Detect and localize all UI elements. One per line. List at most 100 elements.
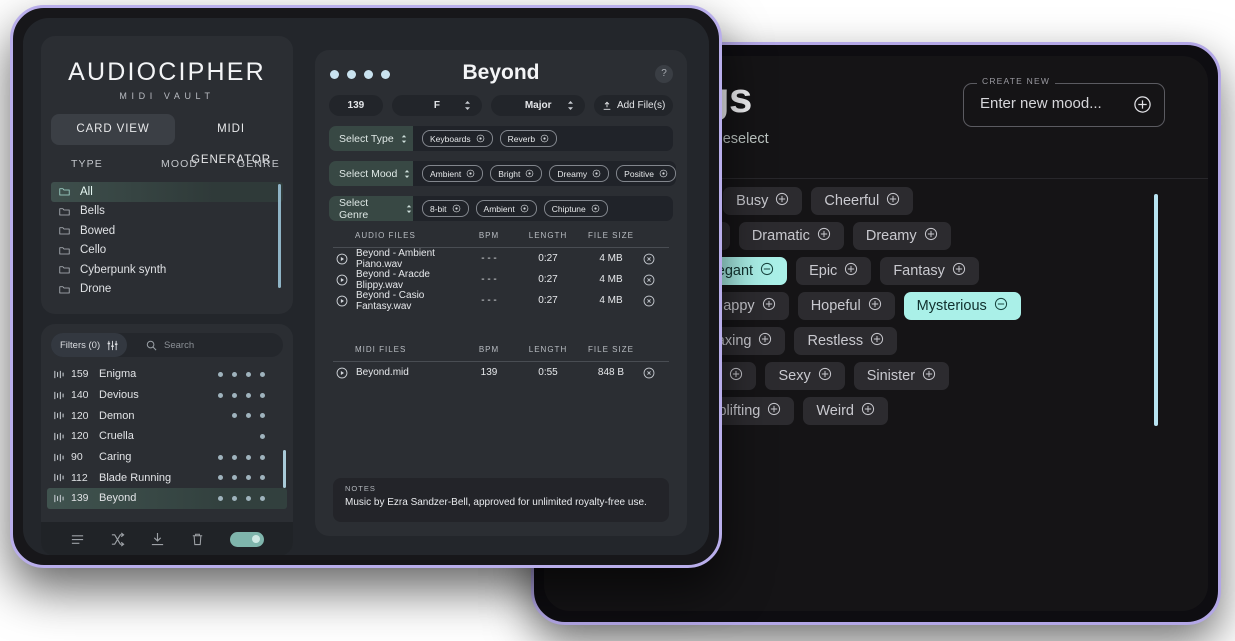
tag-chip-weird[interactable]: Weird	[803, 397, 888, 425]
plus-circle-icon[interactable]	[762, 297, 776, 315]
shuffle-icon[interactable]	[110, 531, 125, 547]
remove-file-icon[interactable]	[643, 253, 669, 265]
folder-list-item[interactable]: Cello	[51, 241, 283, 261]
track-list-item[interactable]: 112 Blade Running	[47, 467, 287, 488]
remove-tag-icon[interactable]	[452, 204, 461, 213]
selected-tag-chip[interactable]: Positive	[616, 165, 676, 182]
selected-tag-chip[interactable]: Ambient	[422, 165, 484, 182]
download-icon[interactable]	[150, 532, 165, 547]
audio-file-row[interactable]: Beyond - Ambient Piano.wav - - - 0:27 4 MB	[333, 248, 669, 270]
plus-circle-icon[interactable]	[758, 332, 772, 350]
track-list-item[interactable]: 120 Demon	[47, 405, 287, 426]
column-header-mood[interactable]: MOOD	[161, 158, 198, 170]
plus-circle-icon[interactable]	[868, 297, 882, 315]
track-list-scrollbar[interactable]	[283, 450, 286, 488]
plus-circle-icon[interactable]	[952, 262, 966, 280]
search-field[interactable]: Search	[146, 333, 194, 357]
selector-dropdown-select-type[interactable]: Select Type	[329, 126, 413, 151]
plus-circle-icon[interactable]	[870, 332, 884, 350]
search-input[interactable]: Search	[164, 340, 194, 351]
folder-list-scrollbar[interactable]	[278, 184, 281, 288]
tag-chip-dramatic[interactable]: Dramatic	[738, 222, 844, 250]
folder-list-item[interactable]: All	[51, 182, 283, 202]
plus-circle-icon[interactable]	[924, 227, 938, 245]
plus-circle-icon[interactable]	[729, 367, 743, 385]
remove-file-icon[interactable]	[643, 295, 669, 307]
selected-tag-chip[interactable]: Bright	[490, 165, 543, 182]
column-header-genre[interactable]: GENRE	[237, 158, 280, 170]
track-list-item[interactable]: 159 Enigma	[47, 364, 287, 385]
plus-circle-icon[interactable]	[861, 402, 875, 420]
remove-tag-icon[interactable]	[591, 204, 600, 213]
play-icon[interactable]	[336, 367, 348, 379]
folder-list-item[interactable]: Cyberpunk synth	[51, 260, 283, 280]
remove-tag-icon[interactable]	[540, 134, 549, 143]
remove-tag-icon[interactable]	[592, 169, 601, 178]
selected-tag-chip[interactable]: Reverb	[499, 130, 558, 147]
minus-circle-icon[interactable]	[994, 297, 1008, 315]
plus-circle-icon[interactable]	[1133, 95, 1152, 114]
remove-tag-icon[interactable]	[476, 134, 485, 143]
remove-tag-icon[interactable]	[520, 204, 529, 213]
plus-circle-icon[interactable]	[767, 402, 781, 420]
tag-chip-hopeful[interactable]: Hopeful	[797, 292, 895, 320]
trash-icon[interactable]	[190, 532, 205, 547]
remove-file-icon[interactable]	[643, 274, 669, 286]
tag-chip-dreamy[interactable]: Dreamy	[852, 222, 951, 250]
track-list-item[interactable]: 120 Cruella	[47, 426, 287, 447]
remove-tag-icon[interactable]	[659, 169, 668, 178]
play-icon[interactable]	[336, 295, 348, 307]
selected-tag-chip[interactable]: Ambient	[475, 200, 537, 217]
track-list-item[interactable]: 90 Caring	[47, 447, 287, 468]
selector-dropdown-select-mood[interactable]: Select Mood	[329, 161, 413, 186]
remove-tag-icon[interactable]	[525, 169, 534, 178]
toggle-switch[interactable]	[230, 531, 265, 547]
minus-circle-icon[interactable]	[760, 262, 774, 280]
tag-chip-epic[interactable]: Epic	[796, 257, 872, 285]
track-list[interactable]: 159 Enigma 140 Devious 120 Demon 120 Cruella 90 C…	[47, 364, 287, 520]
tags-scrollbar[interactable]	[1154, 194, 1158, 426]
plus-circle-icon[interactable]	[775, 192, 789, 210]
column-header-type[interactable]: TYPE	[71, 158, 103, 170]
selector-dropdown-select-genre[interactable]: Select Genre	[329, 196, 413, 221]
scale-select[interactable]: Major	[491, 95, 586, 116]
folder-list-item[interactable]: Drone	[51, 280, 283, 300]
help-button[interactable]: ?	[655, 65, 673, 83]
folder-list-item[interactable]: Bells	[51, 202, 283, 222]
selected-tag-chip[interactable]: 8-bit	[422, 200, 469, 217]
play-icon[interactable]	[336, 274, 348, 286]
tag-chip-sexy[interactable]: Sexy	[765, 362, 845, 390]
plus-circle-icon[interactable]	[817, 227, 831, 245]
tab-midi-generator[interactable]: MIDI GENERATOR	[179, 114, 283, 166]
remove-file-icon[interactable]	[643, 367, 669, 379]
selected-tag-chip[interactable]: Chiptune	[543, 200, 608, 217]
create-new-mood-field[interactable]: CREATE NEW Enter new mood...	[963, 76, 1165, 127]
add-files-button[interactable]: Add File(s)	[594, 95, 673, 116]
track-list-item[interactable]: 140 Devious	[47, 385, 287, 406]
tag-chip-fantasy[interactable]: Fantasy	[880, 257, 979, 285]
tag-chip-mysterious[interactable]: Mysterious	[903, 292, 1021, 320]
list-icon[interactable]	[70, 532, 85, 547]
track-list-item[interactable]: 139 Beyond	[47, 488, 287, 509]
remove-tag-icon[interactable]	[466, 169, 475, 178]
selected-tag-chip[interactable]: Dreamy	[549, 165, 610, 182]
plus-circle-icon[interactable]	[844, 262, 858, 280]
selected-tag-chip[interactable]: Keyboards	[422, 130, 493, 147]
create-new-input[interactable]: Enter new mood...	[980, 95, 1102, 112]
bpm-field[interactable]: 139	[329, 95, 383, 116]
folder-list[interactable]: All Bells Bowed Cello Cyberpunk synth Drone	[51, 182, 283, 304]
plus-circle-icon[interactable]	[922, 367, 936, 385]
play-icon[interactable]	[336, 253, 348, 265]
tag-chip-cheerful[interactable]: Cheerful	[811, 187, 914, 215]
tag-chip-restless[interactable]: Restless	[794, 327, 898, 355]
tag-chip-sinister[interactable]: Sinister	[853, 362, 950, 390]
audio-file-row[interactable]: Beyond - Aracde Blippy.wav - - - 0:27 4 MB	[333, 269, 669, 291]
midi-file-row[interactable]: Beyond.mid 139 0:55 848 B	[333, 362, 669, 383]
plus-circle-icon[interactable]	[886, 192, 900, 210]
plus-circle-icon[interactable]	[818, 367, 832, 385]
tag-chip-busy[interactable]: Busy	[723, 187, 803, 215]
filters-button[interactable]: Filters (0)	[51, 333, 128, 357]
folder-list-item[interactable]: Bowed	[51, 221, 283, 241]
tab-card-view[interactable]: CARD VIEW	[51, 114, 175, 145]
audio-file-row[interactable]: Beyond - Casio Fantasy.wav - - - 0:27 4 MB	[333, 290, 669, 312]
